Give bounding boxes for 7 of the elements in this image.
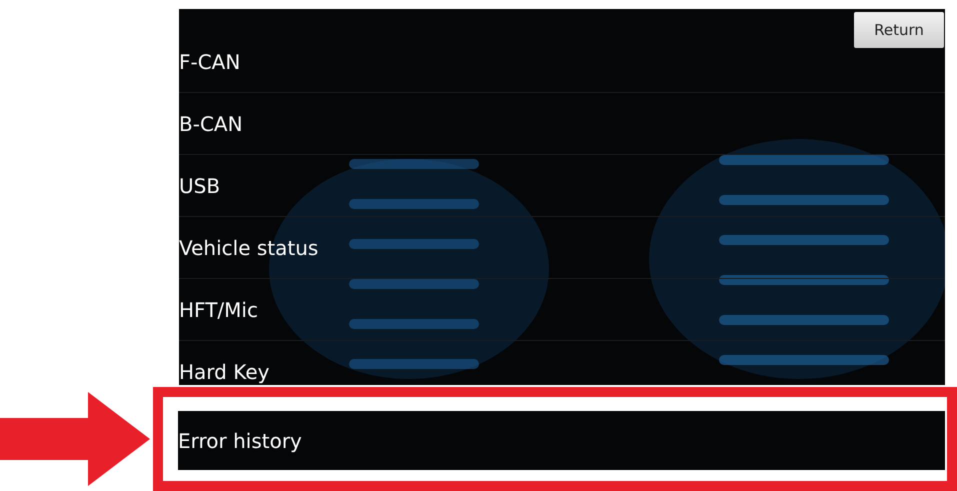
menu-item[interactable]: USB (179, 155, 945, 217)
menu-item[interactable]: B-CAN (179, 93, 945, 155)
menu-item[interactable]: HFT/Mic (179, 279, 945, 341)
return-button[interactable]: Return (854, 12, 944, 48)
arrow-icon (0, 392, 150, 486)
menu-item[interactable]: Error history (178, 411, 945, 470)
menu-item[interactable]: Vehicle status (179, 217, 945, 279)
